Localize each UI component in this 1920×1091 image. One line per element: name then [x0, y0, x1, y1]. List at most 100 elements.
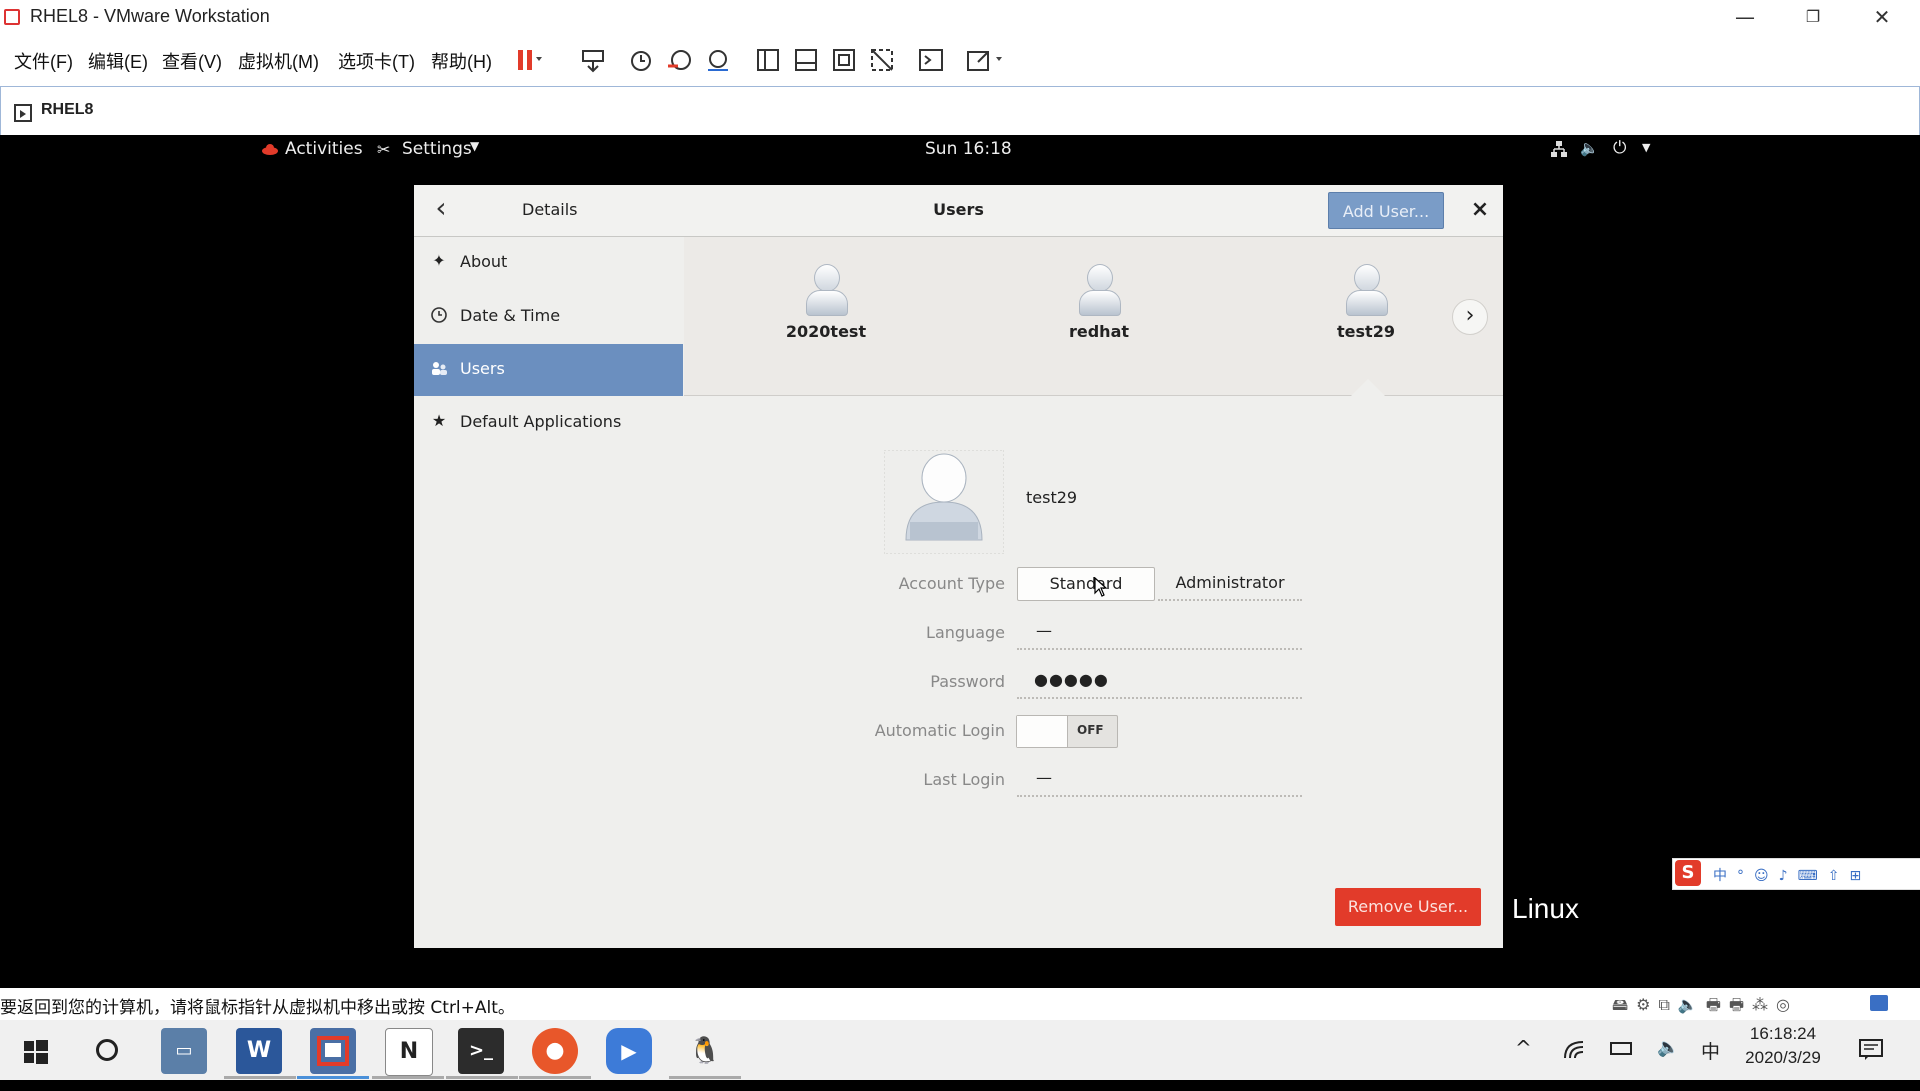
- close-settings-button[interactable]: ×: [1464, 194, 1496, 226]
- notion-app-icon[interactable]: N: [385, 1028, 433, 1076]
- last-login-underline: [1017, 795, 1302, 797]
- user-tile-2020test[interactable]: 2020test: [756, 264, 896, 341]
- network-icon[interactable]: [1550, 140, 1568, 163]
- settings-tools-icon: ✂: [377, 140, 391, 159]
- menu-help[interactable]: 帮助(H): [431, 48, 492, 74]
- user-tile-redhat[interactable]: redhat: [1029, 264, 1169, 341]
- language-underline: [1017, 648, 1302, 650]
- show-hidden-icons-chevron-icon[interactable]: ^: [1515, 1036, 1532, 1060]
- window-title: RHEL8 - VMware Workstation: [30, 6, 270, 26]
- switch-state-label: OFF: [1077, 723, 1104, 737]
- close-window-button[interactable]: ✕: [1852, 2, 1912, 32]
- clock-icon: [430, 306, 448, 324]
- gnome-clock[interactable]: Sun 16:18: [925, 139, 1012, 159]
- sogou-logo-icon: S: [1675, 860, 1701, 886]
- sidebar-header-title: Details: [522, 200, 578, 219]
- action-center-icon[interactable]: [1859, 1039, 1883, 1065]
- ime-toolbar: S 中°☺♪⌨⇧⊞: [1672, 858, 1920, 890]
- volume-tray-icon[interactable]: 🔈: [1657, 1037, 1679, 1058]
- menu-edit[interactable]: 编辑(E): [88, 48, 148, 74]
- panel-title: Users: [933, 200, 984, 219]
- last-login-value[interactable]: —: [1036, 768, 1052, 787]
- account-type-label: Account Type: [898, 574, 1005, 593]
- automatic-login-switch[interactable]: OFF: [1016, 715, 1118, 748]
- desktop-wallpaper-text: Linux: [1512, 893, 1579, 924]
- sidebar-item-date-time[interactable]: Date & Time: [414, 291, 683, 343]
- sidebar-item-default-applications[interactable]: ★ Default Applications: [414, 397, 683, 449]
- menu-file[interactable]: 文件(F): [14, 48, 73, 74]
- start-windows-icon[interactable]: [24, 1040, 48, 1068]
- cortana-search-icon[interactable]: [96, 1039, 118, 1061]
- language-value[interactable]: —: [1036, 621, 1052, 640]
- stretch-view-icon[interactable]: [966, 46, 1002, 74]
- menu-view[interactable]: 查看(V): [162, 48, 222, 74]
- vmware-app-taskbar-icon[interactable]: [310, 1028, 356, 1074]
- back-button[interactable]: ‹: [424, 193, 458, 227]
- password-label: Password: [930, 672, 1005, 691]
- language-label: Language: [926, 623, 1005, 642]
- menu-tabs[interactable]: 选项卡(T): [338, 48, 415, 74]
- selected-user-name[interactable]: test29: [1026, 488, 1077, 507]
- word-app-icon[interactable]: W: [236, 1028, 282, 1074]
- ime-tool-icons[interactable]: 中°☺♪⌨⇧⊞: [1713, 865, 1871, 885]
- firefox-app-icon[interactable]: ●: [532, 1028, 578, 1074]
- account-type-standard-button[interactable]: Standard: [1017, 567, 1155, 601]
- file-explorer-icon[interactable]: ▭: [161, 1028, 207, 1074]
- qq-active-indicator: [669, 1076, 741, 1079]
- user-tile-name: redhat: [1068, 322, 1130, 341]
- vm-tab-label[interactable]: RHEL8: [41, 101, 93, 119]
- console-icon[interactable]: [917, 46, 945, 74]
- system-menu-chevron-icon[interactable]: ▼: [1642, 141, 1650, 154]
- settings-app-menu[interactable]: Settings: [402, 139, 472, 159]
- password-underline: [1017, 697, 1302, 699]
- account-type-administrator-button[interactable]: Administrator: [1158, 567, 1302, 601]
- vm-tabbar: RHEL8: [0, 86, 1920, 135]
- notes-icon[interactable]: [1870, 995, 1888, 1011]
- volume-icon[interactable]: 🔈: [1580, 139, 1599, 157]
- selected-user-avatar[interactable]: [883, 449, 1005, 555]
- firefox-active-indicator: [519, 1076, 591, 1079]
- send-keys-icon[interactable]: [579, 46, 607, 74]
- menu-vm[interactable]: 虚拟机(M): [238, 48, 319, 74]
- snapshot-manager-icon[interactable]: [704, 46, 732, 74]
- gnome-topbar: Activities ✂ Settings ▼ Sun 16:18 🔈 ⏻ ▼: [0, 135, 1920, 165]
- pause-icon[interactable]: [514, 46, 542, 74]
- sidebar-item-label: Default Applications: [460, 412, 622, 431]
- unity-icon[interactable]: [868, 46, 896, 74]
- redhat-logo-icon: [262, 141, 278, 155]
- show-library-icon[interactable]: [754, 46, 782, 74]
- user-tile-name: test29: [1337, 322, 1395, 341]
- terminal-active-indicator: [446, 1076, 518, 1079]
- add-user-button[interactable]: Add User...: [1328, 192, 1444, 229]
- activities-button[interactable]: Activities: [285, 139, 363, 159]
- device-status-icons[interactable]: 🖴⚙⧉🔈🖶🖶⁂◎: [1612, 994, 1798, 1021]
- taskbar-time: 16:18:24: [1749, 1024, 1817, 1043]
- settings-headerbar: ‹ Details Users Add User... ×: [414, 185, 1503, 237]
- sidebar-item-about[interactable]: ✦ About: [414, 237, 683, 289]
- power-icon[interactable]: ⏻: [1613, 138, 1626, 158]
- restore-button[interactable]: ❐: [1783, 2, 1843, 32]
- wifi-icon[interactable]: [1563, 1040, 1585, 1064]
- thumbnail-bar-icon[interactable]: [792, 46, 820, 74]
- vm-tab-icon: [13, 101, 35, 127]
- automatic-login-label: Automatic Login: [874, 721, 1005, 740]
- sidebar-item-users[interactable]: Users: [414, 344, 683, 396]
- taskbar-clock[interactable]: 16:18:24 2020/3/29: [1738, 1024, 1828, 1068]
- input-language-indicator[interactable]: 中: [1701, 1037, 1720, 1064]
- last-login-label: Last Login: [923, 770, 1005, 789]
- fullscreen-icon[interactable]: [830, 46, 858, 74]
- battery-icon[interactable]: [1610, 1042, 1632, 1055]
- minimize-button[interactable]: —: [1715, 2, 1775, 32]
- user-tile-test29[interactable]: test29: [1296, 264, 1436, 341]
- password-value[interactable]: ●●●●●: [1034, 670, 1109, 689]
- video-meeting-app-icon[interactable]: ▶: [606, 1028, 652, 1074]
- notion-active-indicator: [372, 1076, 444, 1079]
- snapshot-icon[interactable]: [627, 46, 655, 74]
- revert-snapshot-icon[interactable]: [666, 46, 694, 74]
- sidebar-item-label: About: [460, 252, 508, 271]
- next-users-arrow-icon[interactable]: ›: [1452, 299, 1488, 335]
- terminal-app-icon[interactable]: >_: [458, 1028, 504, 1074]
- chevron-down-icon: ▼: [470, 139, 480, 153]
- remove-user-button[interactable]: Remove User...: [1335, 888, 1481, 926]
- qq-app-icon[interactable]: 🐧: [682, 1028, 728, 1074]
